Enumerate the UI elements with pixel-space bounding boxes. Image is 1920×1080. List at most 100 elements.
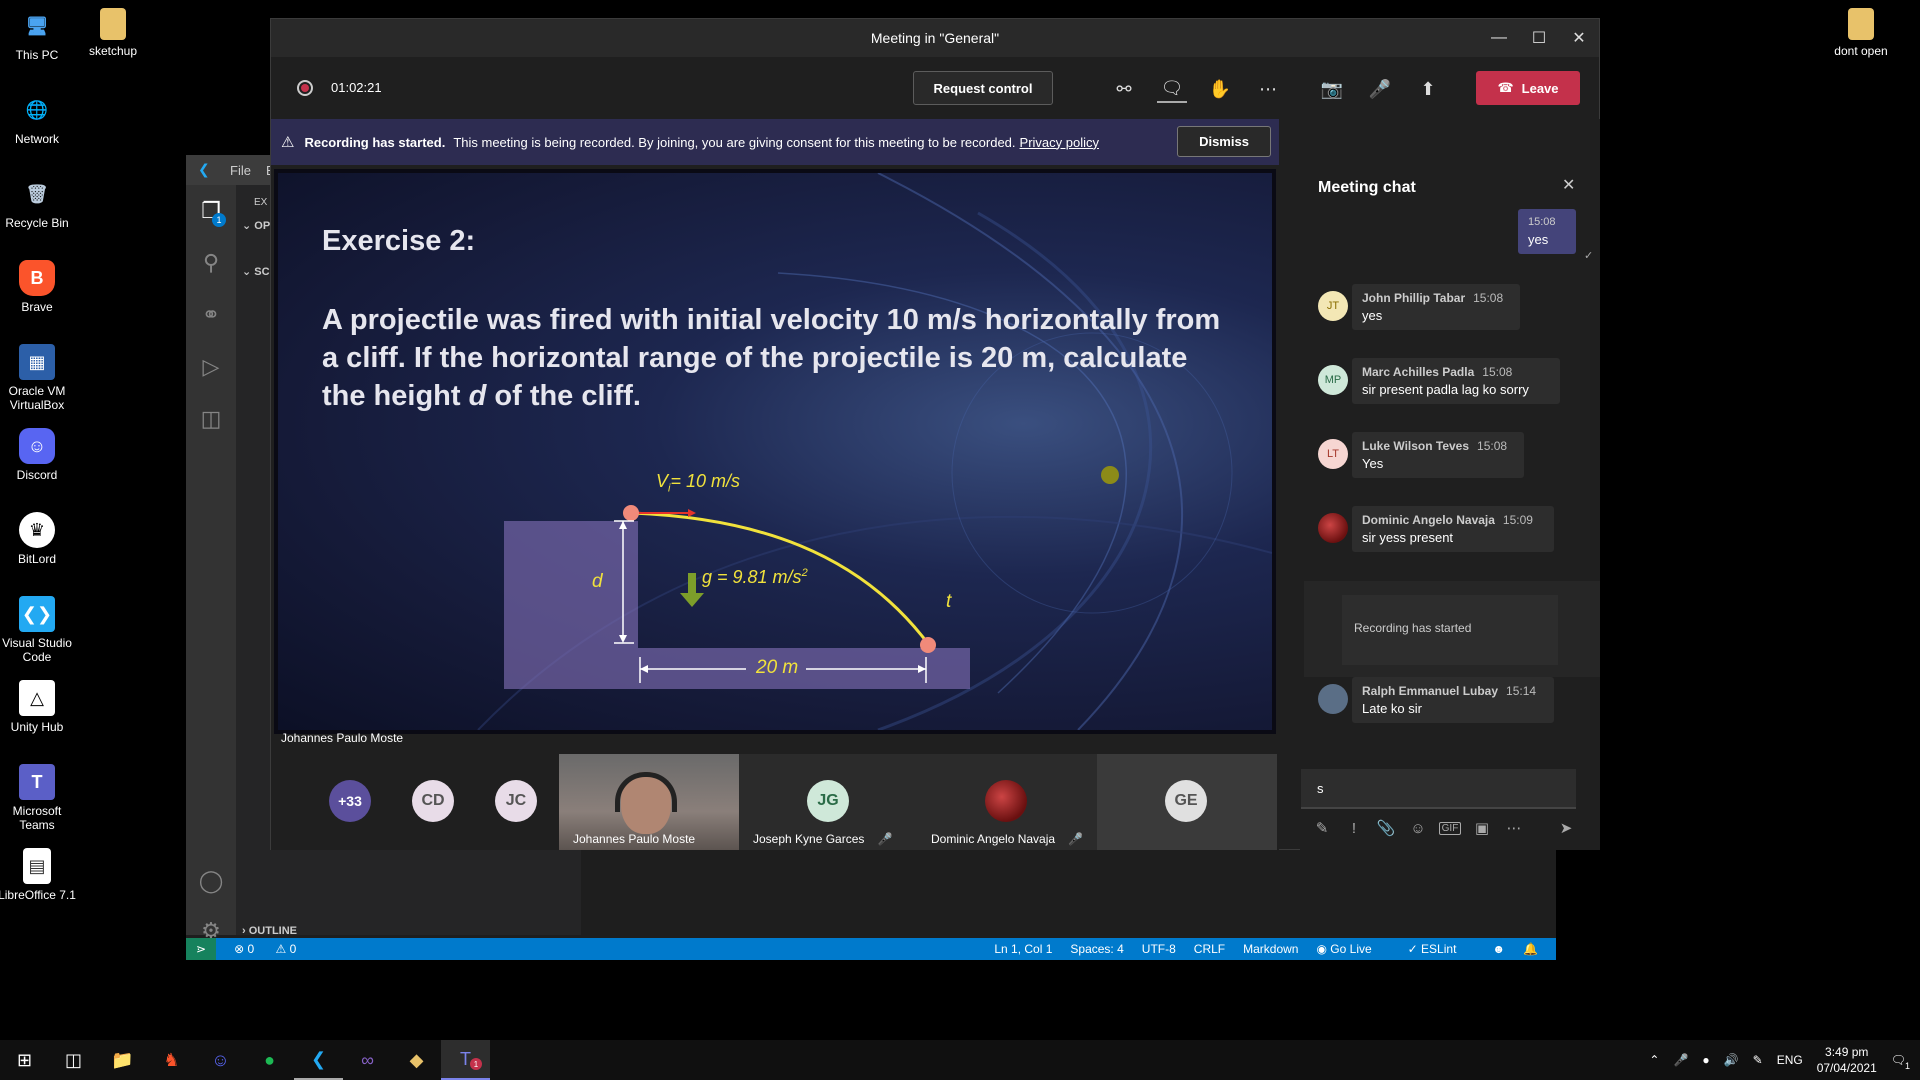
wifi-icon[interactable]: ● <box>1702 1053 1709 1067</box>
bitlord-icon: ♛ <box>19 512 55 548</box>
vscode-logo-icon: ❮ <box>198 161 210 177</box>
notifications-bell-icon[interactable]: 🔔 <box>1523 942 1538 956</box>
privacy-policy-link[interactable]: Privacy policy <box>1020 135 1099 150</box>
reactions-icon[interactable]: ✋ <box>1205 75 1235 103</box>
teams-badge: 1 <box>470 1058 482 1070</box>
open-editors-section[interactable]: ⌄ OP <box>242 219 270 232</box>
video-tile-presenter[interactable]: Johannes Paulo Moste <box>559 754 739 850</box>
desktop-icon-bitlord[interactable]: ♛ BitLord <box>0 512 80 566</box>
close-icon[interactable]: ✕ <box>1559 19 1599 57</box>
participant-tile-ge[interactable]: GE <box>1097 754 1277 850</box>
desktop-icon-this-pc[interactable]: 🖥 This PC <box>0 8 80 62</box>
teams-taskbar-icon[interactable]: T1 <box>441 1040 490 1080</box>
maximize-icon[interactable]: ☐ <box>1519 19 1559 57</box>
git-icon[interactable]: ◆ <box>392 1040 441 1080</box>
show-hidden-icon[interactable]: ⌃ <box>1649 1053 1659 1067</box>
menu-file[interactable]: File <box>230 163 251 178</box>
gif-icon[interactable]: GIF <box>1439 821 1461 835</box>
mic-muted-icon: 🎤 <box>877 832 893 846</box>
participant-avatar-cd[interactable]: CD <box>412 780 454 822</box>
desktop-icon-vscode[interactable]: ❮❯ Visual Studio Code <box>0 596 80 664</box>
indentation[interactable]: Spaces: 4 <box>1070 942 1123 956</box>
eslint-status[interactable]: ✓ ESLint <box>1408 942 1475 956</box>
meeting-chat-panel: Meeting chat ✕ 15:08 yes ✓ JT John Phill… <box>1300 119 1600 850</box>
extensions-icon[interactable]: ◫ <box>186 393 236 445</box>
more-actions-icon[interactable]: ⋯ <box>1253 75 1283 103</box>
participant-avatar-dan <box>985 780 1027 822</box>
language-indicator[interactable]: ENG <box>1777 1053 1803 1067</box>
attach-icon[interactable]: 📎 <box>1375 819 1397 837</box>
spotify-icon[interactable]: ● <box>245 1040 294 1080</box>
task-view-icon[interactable]: ◫ <box>49 1040 98 1080</box>
close-chat-icon[interactable]: ✕ <box>1562 175 1575 195</box>
go-live-button[interactable]: ◉ Go Live <box>1316 942 1389 956</box>
desktop-icon-discord[interactable]: ☺ Discord <box>0 428 80 482</box>
cursor-position[interactable]: Ln 1, Col 1 <box>994 942 1052 956</box>
window-titlebar: Meeting in "General" — ☐ ✕ <box>271 19 1599 57</box>
participant-tile-jg[interactable]: JG Joseph Kyne Garces 🎤 <box>739 754 917 850</box>
chat-avatar-lt: LT <box>1318 439 1348 469</box>
language-mode[interactable]: Markdown <box>1243 942 1298 956</box>
share-screen-icon[interactable]: ⬆ <box>1413 75 1443 103</box>
participant-tile-dan[interactable]: Dominic Angelo Navaja 🎤 <box>917 754 1097 850</box>
vscode-taskbar-icon[interactable]: ❮ <box>294 1040 343 1080</box>
chat-compose-input[interactable]: s <box>1301 769 1576 809</box>
file-explorer-icon[interactable]: 📁 <box>98 1040 147 1080</box>
minimize-icon[interactable]: — <box>1479 19 1519 57</box>
encoding[interactable]: UTF-8 <box>1142 942 1176 956</box>
desktop-icon-teams[interactable]: T Microsoft Teams <box>0 764 80 832</box>
pointer-dot <box>1101 466 1119 484</box>
cliff-block <box>504 521 638 689</box>
chat-icon[interactable]: 🗨 <box>1157 75 1187 103</box>
source-section[interactable]: ⌄ SC <box>242 265 270 278</box>
sticker-icon[interactable]: ▣ <box>1471 819 1493 837</box>
request-control-button[interactable]: Request control <box>913 71 1053 105</box>
pen-icon[interactable]: ✎ <box>1753 1053 1763 1067</box>
search-icon[interactable]: ⚲ <box>186 237 236 289</box>
desktop-icon-recycle-bin[interactable]: 🗑 Recycle Bin <box>0 176 80 230</box>
send-icon[interactable]: ➤ <box>1555 819 1577 837</box>
chat-message-1: John Phillip Tabar 15:08 yes <box>1352 284 1520 330</box>
visual-studio-icon[interactable]: ∞ <box>343 1040 392 1080</box>
participants-icon[interactable]: ⚯ <box>1109 75 1139 103</box>
range-label: 20 m <box>756 657 799 678</box>
desktop-icon-sketchup[interactable]: sketchup <box>70 8 156 58</box>
participant-avatar-jc[interactable]: JC <box>495 780 537 822</box>
run-debug-icon[interactable]: ▷ <box>186 341 236 393</box>
accounts-icon[interactable]: ◯ <box>186 855 236 907</box>
feedback-icon[interactable]: ☻ <box>1492 942 1505 956</box>
leave-button[interactable]: ☎ Leave <box>1476 71 1580 105</box>
desktop-icon-unity-hub[interactable]: △ Unity Hub <box>0 680 80 734</box>
clock[interactable]: 3:49 pm 07/04/2021 <box>1817 1044 1877 1076</box>
discord-taskbar-icon[interactable]: ☺ <box>196 1040 245 1080</box>
vi-label: Vi= 10 m/s <box>656 471 740 495</box>
desktop-icon-libreoffice[interactable]: ▤ LibreOffice 7.1 <box>0 848 80 902</box>
camera-off-icon[interactable]: 📷 <box>1317 75 1347 103</box>
line-ending[interactable]: CRLF <box>1194 942 1225 956</box>
unity-icon: △ <box>19 680 55 716</box>
explorer-icon[interactable]: ❐ 1 <box>186 185 236 237</box>
desktop-icon-virtualbox[interactable]: ▦ Oracle VM VirtualBox <box>0 344 80 412</box>
emoji-icon[interactable]: ☺ <box>1407 820 1429 837</box>
dismiss-button[interactable]: Dismiss <box>1177 126 1271 157</box>
more-participants-avatar[interactable]: +33 <box>329 780 371 822</box>
desktop-icon-network[interactable]: 🌐 Network <box>0 92 80 146</box>
important-icon[interactable]: ! <box>1343 820 1365 837</box>
problems-indicator[interactable]: ⊗ 0 ⚠ 0 <box>234 942 314 956</box>
source-control-icon[interactable]: ⚭ <box>186 289 236 341</box>
desktop-icon-dont-open[interactable]: dont open <box>1818 8 1904 58</box>
remote-icon[interactable]: ⋗ <box>186 938 217 960</box>
notification-center-icon[interactable]: 🗨 1 <box>1891 1053 1910 1071</box>
desktop-icon-brave[interactable]: B Brave <box>0 260 80 314</box>
outline-section[interactable]: › OUTLINE <box>242 925 297 937</box>
format-icon[interactable]: ✎ <box>1311 819 1333 837</box>
mic-muted-icon[interactable]: 🎤 <box>1365 75 1395 103</box>
volume-icon[interactable]: 🔊 <box>1724 1053 1739 1067</box>
participant-avatar-jg: JG <box>807 780 849 822</box>
microphone-icon[interactable]: 🎤 <box>1673 1053 1688 1067</box>
computer-icon: 🖥 <box>25 16 49 36</box>
chat-avatar-jt: JT <box>1318 291 1348 321</box>
start-windows-icon[interactable]: ⊞ <box>0 1040 49 1080</box>
more-options-icon[interactable]: ⋯ <box>1503 819 1525 837</box>
brave-taskbar-icon[interactable]: ♞ <box>147 1040 196 1080</box>
